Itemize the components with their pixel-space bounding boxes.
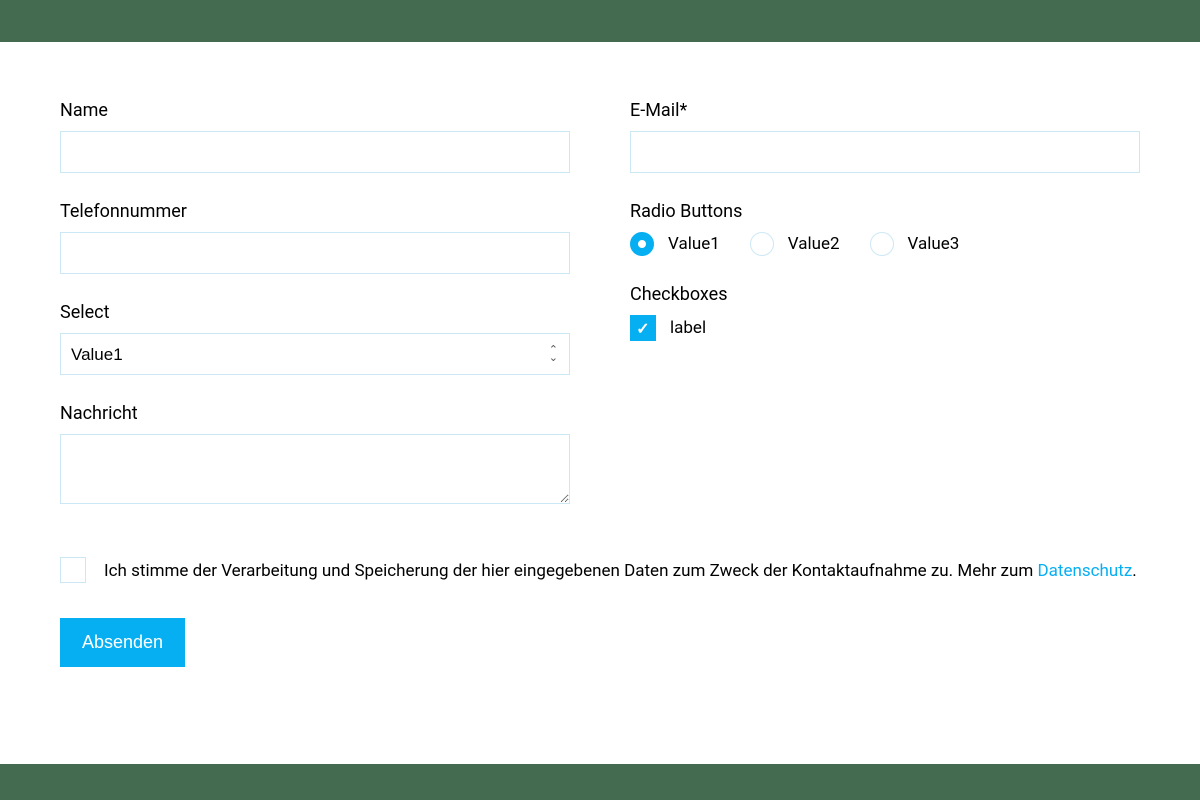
radio-option-2[interactable]: Value2 bbox=[750, 232, 840, 256]
consent-checkbox[interactable] bbox=[60, 557, 86, 583]
name-field: Name bbox=[60, 100, 570, 173]
consent-text-before: Ich stimme der Verarbeitung und Speicher… bbox=[104, 561, 1037, 581]
consent-text: Ich stimme der Verarbeitung und Speicher… bbox=[104, 557, 1137, 586]
radio-option-3[interactable]: Value3 bbox=[870, 232, 960, 256]
checkbox-option-label: label bbox=[670, 318, 706, 338]
form-right-column: E-Mail* Radio Buttons Value1 Value2 bbox=[630, 100, 1140, 537]
name-label: Name bbox=[60, 100, 570, 121]
radio-option-1[interactable]: Value1 bbox=[630, 232, 720, 256]
select-field: Select Value1 ⌃ ⌄ bbox=[60, 302, 570, 375]
radio-icon bbox=[870, 232, 894, 256]
name-input[interactable] bbox=[60, 131, 570, 173]
email-input[interactable] bbox=[630, 131, 1140, 173]
radio-icon bbox=[630, 232, 654, 256]
form-left-column: Name Telefonnummer Select Value1 ⌃ ⌄ bbox=[60, 100, 570, 537]
phone-input[interactable] bbox=[60, 232, 570, 274]
consent-row: Ich stimme der Verarbeitung und Speicher… bbox=[60, 557, 1140, 586]
radio-group-field: Radio Buttons Value1 Value2 Value3 bbox=[630, 201, 1140, 256]
select-input[interactable]: Value1 bbox=[60, 333, 570, 375]
checkbox-group-field: Checkboxes ✓ label bbox=[630, 284, 1140, 341]
decorative-bottom-bar bbox=[0, 764, 1200, 800]
select-label: Select bbox=[60, 302, 570, 323]
checkbox-option[interactable]: ✓ label bbox=[630, 315, 1140, 341]
contact-form: Name Telefonnummer Select Value1 ⌃ ⌄ bbox=[60, 100, 1140, 667]
submit-button[interactable]: Absenden bbox=[60, 618, 185, 667]
radio-group-label: Radio Buttons bbox=[630, 201, 1140, 222]
message-label: Nachricht bbox=[60, 403, 570, 424]
radio-icon bbox=[750, 232, 774, 256]
radio-option-label: Value1 bbox=[668, 234, 720, 254]
message-textarea[interactable] bbox=[60, 434, 570, 504]
phone-field: Telefonnummer bbox=[60, 201, 570, 274]
consent-text-after: . bbox=[1132, 561, 1136, 581]
radio-option-label: Value3 bbox=[908, 234, 960, 254]
radio-option-label: Value2 bbox=[788, 234, 840, 254]
checkbox-icon: ✓ bbox=[630, 315, 656, 341]
email-field: E-Mail* bbox=[630, 100, 1140, 173]
phone-label: Telefonnummer bbox=[60, 201, 570, 222]
message-field: Nachricht bbox=[60, 403, 570, 509]
checkbox-group-label: Checkboxes bbox=[630, 284, 1140, 305]
privacy-link[interactable]: Datenschutz bbox=[1037, 561, 1132, 581]
email-label: E-Mail* bbox=[630, 100, 1140, 121]
check-mark-icon: ✓ bbox=[636, 319, 649, 338]
decorative-top-bar bbox=[0, 0, 1200, 42]
